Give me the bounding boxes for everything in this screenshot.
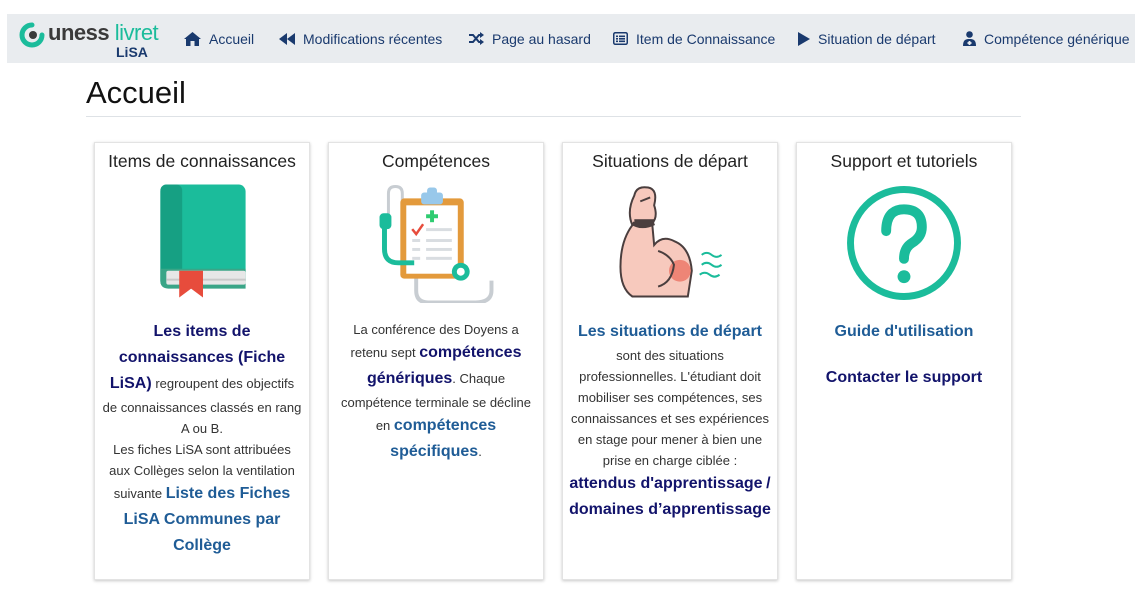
clipboard-stethoscope-icon	[379, 185, 494, 303]
play-icon	[798, 31, 810, 46]
rewind-icon	[279, 32, 295, 45]
learning-domains-link[interactable]: domaines d’apprentissage	[569, 501, 771, 518]
back-pain-patient-icon	[619, 186, 723, 298]
card-body: La conférence des Doyens a retenu sept c…	[335, 319, 537, 465]
user-guide-link[interactable]: Guide d'utilisation	[835, 323, 974, 340]
title-divider	[86, 116, 1021, 117]
question-circle-icon	[847, 186, 961, 300]
card-starting-situations: Situations de départ Les situations de d…	[562, 142, 778, 580]
card-support-tutorials: Support et tutoriels Guide d'utilisation…	[796, 142, 1012, 580]
card-knowledge-items: Items de connaissances Les items de conn…	[94, 142, 310, 580]
links-separator: /	[766, 475, 771, 492]
brand-logo[interactable]: uness livret LiSA	[19, 18, 169, 60]
starting-situations-link[interactable]: Les situations de départ	[578, 323, 762, 340]
page-title: Accueil	[86, 75, 186, 110]
nav-knowledge-item-label: Item de Connaissance	[636, 30, 776, 47]
nav-home[interactable]: Accueil	[184, 14, 254, 63]
shuffle-icon	[469, 32, 484, 45]
nav-random-page[interactable]: Page au hasard	[469, 14, 591, 63]
card-title: Support et tutoriels	[830, 151, 978, 171]
nav-recent-changes-label: Modifications récentes	[303, 30, 443, 47]
card-body-support: Contacter le support	[803, 365, 1005, 391]
card-title: Situations de départ	[592, 151, 748, 171]
nav-home-label: Accueil	[209, 30, 255, 47]
brand-subtitle: LiSA	[116, 44, 148, 60]
nav-recent-changes[interactable]: Modifications récentes	[279, 14, 442, 63]
card-title: Compétences	[382, 151, 490, 171]
home-icon	[184, 31, 201, 46]
top-navbar: uness livret LiSA Accueil Modifications …	[7, 14, 1135, 63]
starting-situations-text: sont des situations professionnelles. L'…	[570, 348, 769, 468]
brand-word-1: uness	[48, 20, 110, 45]
book-icon	[160, 184, 246, 298]
card-body: Guide d'utilisation	[803, 319, 1005, 345]
contact-support-link[interactable]: Contacter le support	[826, 369, 982, 386]
nav-random-page-label: Page au hasard	[492, 30, 591, 47]
card-title: Items de connaissances	[108, 151, 296, 171]
nav-starting-situation-label: Situation de départ	[818, 30, 936, 47]
nav-generic-competence-label: Compétence générique	[984, 30, 1130, 47]
user-doctor-icon	[963, 31, 976, 46]
brand-word-2: livret	[114, 20, 159, 45]
nav-knowledge-item[interactable]: Item de Connaissance	[613, 14, 775, 63]
learning-outcomes-link[interactable]: attendus d'apprentissage	[569, 475, 762, 492]
nav-generic-competence[interactable]: Compétence générique	[963, 14, 1130, 63]
competences-end-text: .	[478, 444, 482, 459]
uness-logo-icon	[19, 22, 45, 48]
card-competences: Compétences La conférence des Doyens a r…	[328, 142, 544, 580]
list-icon	[613, 32, 628, 45]
card-body: Les items de connaissances (Fiche LiSA) …	[101, 319, 303, 559]
card-body: Les situations de départ sont des situat…	[569, 319, 771, 523]
nav-starting-situation[interactable]: Situation de départ	[798, 14, 936, 63]
